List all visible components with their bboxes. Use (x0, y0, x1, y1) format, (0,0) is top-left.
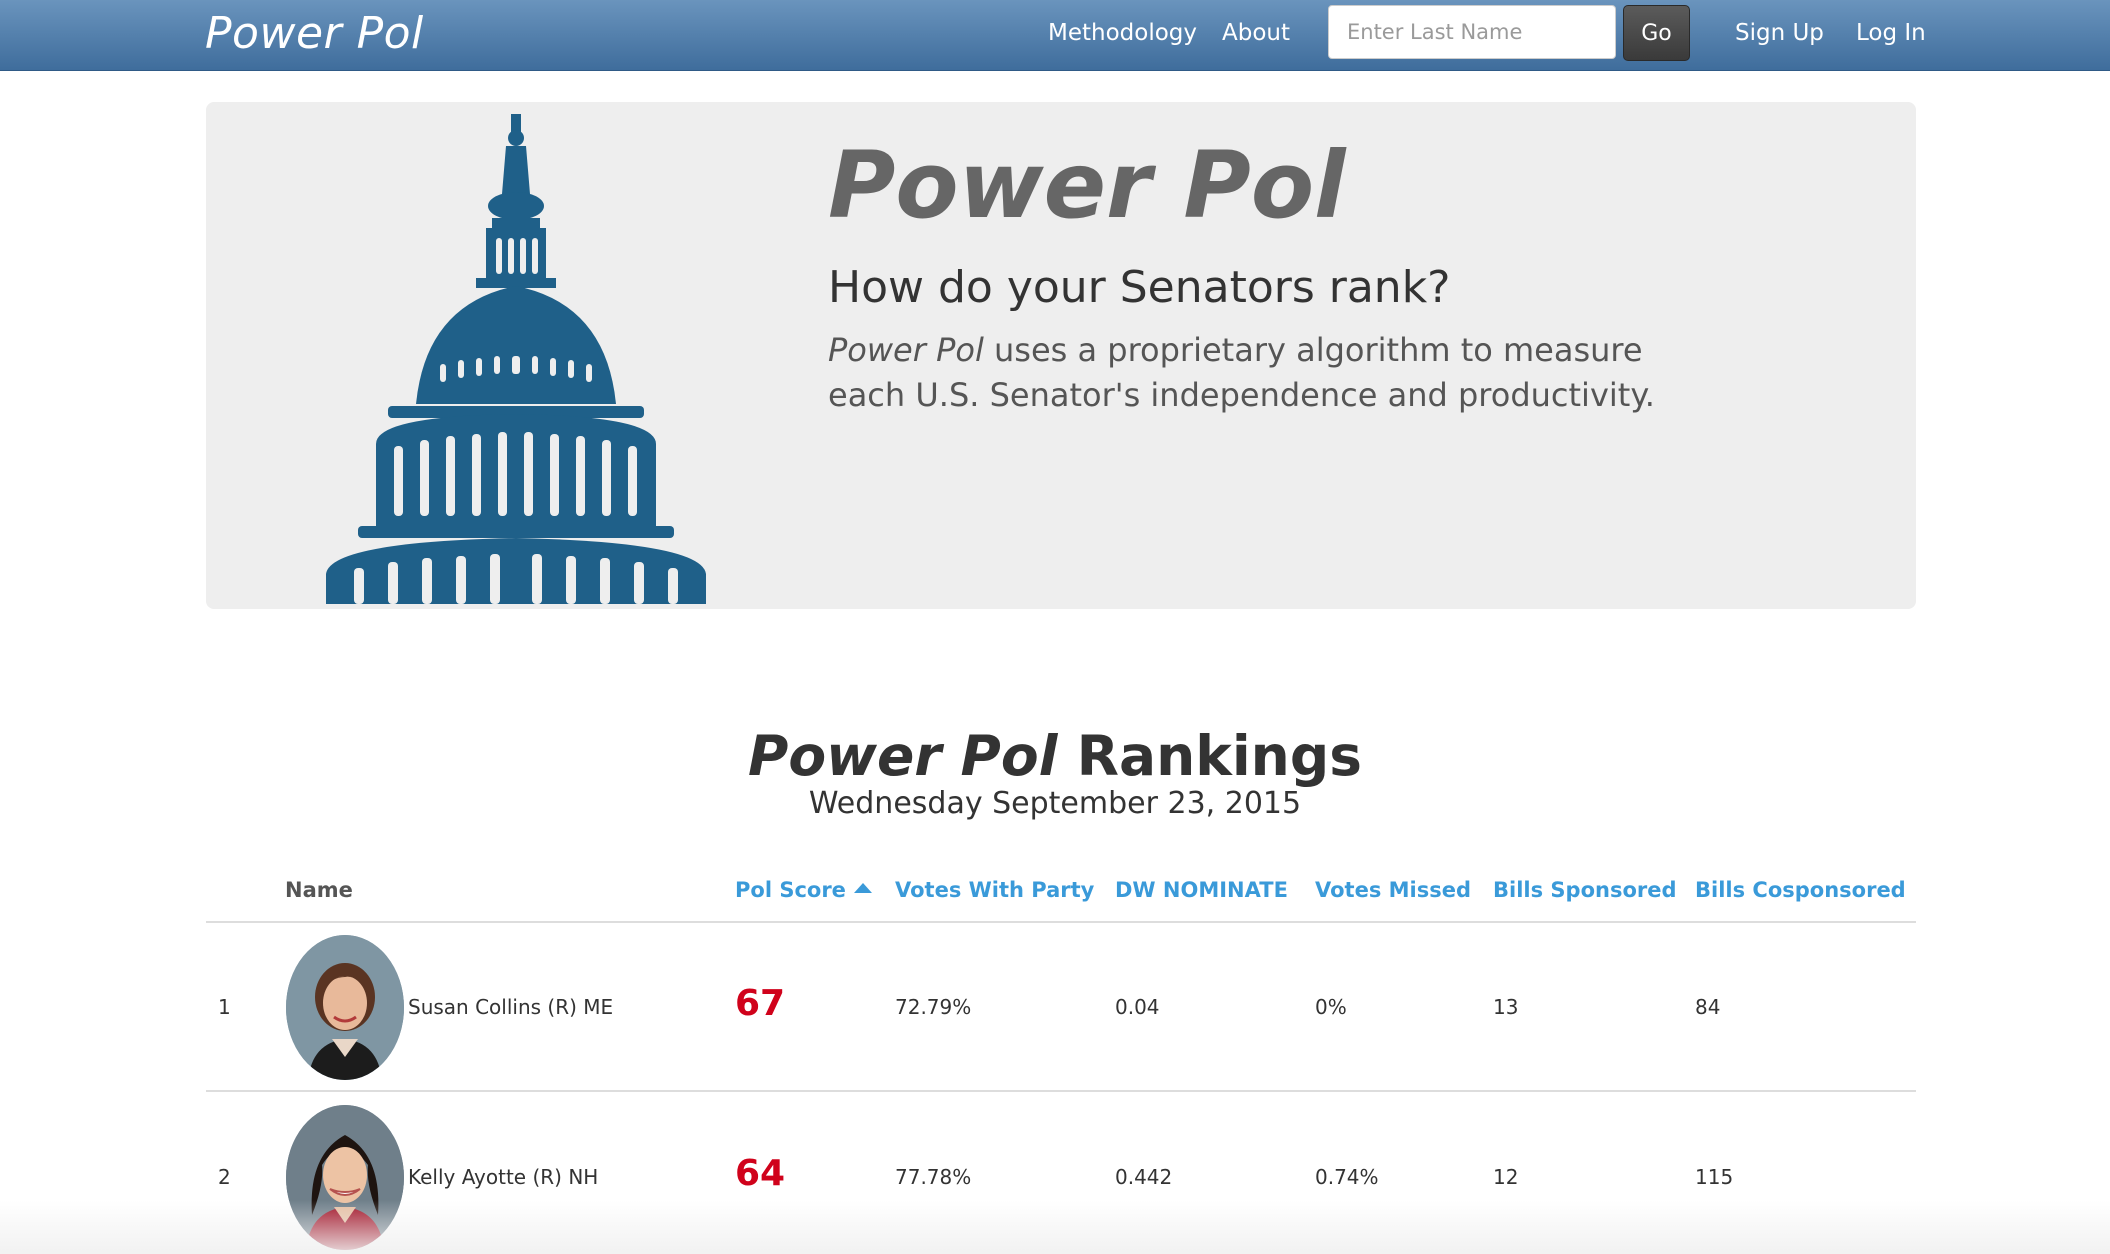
brand-logo[interactable]: Power Pol (205, 8, 424, 59)
votes-with-party-cell: 77.78% (895, 1165, 972, 1189)
go-button[interactable]: Go (1623, 5, 1690, 61)
column-header-pol-score-label: Pol Score (735, 878, 846, 902)
votes-missed-cell: 0% (1315, 995, 1347, 1019)
bills-cosponsored-cell: 84 (1695, 995, 1721, 1019)
column-header-votes-with-party[interactable]: Votes With Party (895, 878, 1094, 902)
capitol-dome-icon (326, 114, 706, 604)
column-header-dw-nominate[interactable]: DW NOMINATE (1115, 878, 1288, 902)
last-name-search-input[interactable] (1328, 5, 1616, 59)
caret-up-icon (853, 883, 872, 893)
column-header-pol-score[interactable]: Pol Score (735, 878, 872, 902)
pol-score-value: 67 (735, 983, 786, 1024)
votes-missed-cell: 0.74% (1315, 1165, 1379, 1189)
dw-nominate-cell: 0.04 (1115, 995, 1160, 1019)
rankings-title-brand: Power Pol (748, 724, 1058, 788)
hero-panel: Power Pol How do your Senators rank? Pow… (206, 102, 1916, 609)
rank-cell: 1 (218, 995, 231, 1019)
bills-sponsored-cell: 13 (1493, 995, 1519, 1019)
nav-log-in[interactable]: Log In (1856, 20, 1926, 46)
hero-subtitle: How do your Senators rank? (828, 262, 1451, 313)
table-row[interactable]: 1 Susan Collins (R) ME 67 72.79% 0.04 0%… (206, 923, 1916, 1093)
votes-with-party-cell: 72.79% (895, 995, 972, 1019)
column-header-bills-sponsored[interactable]: Bills Sponsored (1493, 878, 1677, 902)
senator-photo-icon (286, 935, 404, 1080)
rank-cell: 2 (218, 1165, 231, 1189)
bills-sponsored-cell: 12 (1493, 1165, 1519, 1189)
nav-about[interactable]: About (1222, 20, 1290, 46)
bottom-fade (0, 1200, 2110, 1254)
nav-methodology[interactable]: Methodology (1048, 20, 1197, 46)
bills-cosponsored-cell: 115 (1695, 1165, 1734, 1189)
hero-description: Power Pol uses a proprietary algorithm t… (828, 328, 1728, 418)
column-header-name: Name (285, 878, 353, 902)
dw-nominate-cell: 0.442 (1115, 1165, 1173, 1189)
nav-sign-up[interactable]: Sign Up (1735, 20, 1824, 46)
pol-score-value: 64 (735, 1153, 786, 1194)
column-header-bills-cosponsored[interactable]: Bills Cosponsored (1695, 878, 1906, 902)
navbar: Power Pol Methodology About Go Sign Up L… (0, 0, 2110, 71)
column-header-votes-missed[interactable]: Votes Missed (1315, 878, 1471, 902)
rankings-title-text: Rankings (1057, 724, 1362, 788)
row-divider (206, 1090, 1916, 1092)
rankings-date: Wednesday September 23, 2015 (808, 786, 1302, 821)
senator-name-link[interactable]: Kelly Ayotte (R) NH (408, 1165, 598, 1189)
senator-name-link[interactable]: Susan Collins (R) ME (408, 995, 613, 1019)
hero-title: Power Pol (828, 132, 1346, 239)
hero-description-brand: Power Pol (828, 331, 984, 369)
avatar[interactable] (286, 935, 404, 1080)
rankings-title: Power Pol Rankings (0, 724, 2110, 788)
